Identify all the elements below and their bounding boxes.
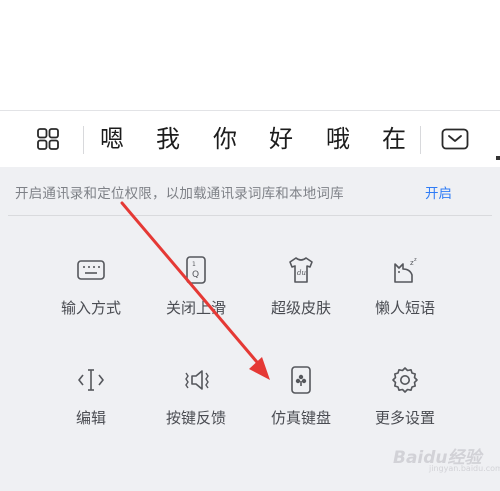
tool-label: 编辑 bbox=[75, 409, 106, 427]
tool-realistic-keyboard[interactable]: 仿真键盘 bbox=[246, 365, 356, 445]
candidate-item[interactable]: 哦 bbox=[322, 123, 354, 155]
tool-label: 按键反馈 bbox=[165, 409, 226, 427]
tool-key-feedback[interactable]: 按键反馈 bbox=[141, 365, 251, 445]
svg-text:z: z bbox=[414, 257, 417, 263]
tool-input-method[interactable]: 输入方式 bbox=[36, 255, 146, 335]
tool-lazy-phrases[interactable]: z z 懒人短语 bbox=[350, 255, 460, 335]
collapse-keyboard-button[interactable] bbox=[441, 128, 469, 150]
tool-label: 懒人短语 bbox=[374, 299, 435, 317]
edge-marker bbox=[496, 156, 500, 160]
text-area[interactable] bbox=[0, 0, 500, 110]
toolbar-toggle-button[interactable] bbox=[36, 127, 60, 151]
tool-label: 输入方式 bbox=[60, 299, 121, 317]
tool-label: 仿真键盘 bbox=[270, 409, 331, 427]
keyboard-screen: 嗯 我 你 好 哦 在 开启通讯录和定位权限，以加载通讯录词库和本地词库 开启 bbox=[0, 0, 500, 491]
keyboard-collapse-icon bbox=[441, 128, 469, 150]
enable-permission-link[interactable]: 开启 bbox=[425, 182, 452, 202]
watermark-sub: jingyan.baidu.com bbox=[429, 464, 500, 473]
lazy-cat-phrase-icon: z z bbox=[394, 257, 417, 283]
playing-card-icon bbox=[291, 366, 311, 394]
candidate-separator bbox=[83, 126, 84, 154]
svg-text:Q: Q bbox=[192, 270, 199, 280]
text-cursor-edit-icon bbox=[78, 369, 104, 391]
tool-super-skin[interactable]: du 超级皮肤 bbox=[246, 255, 356, 335]
tool-disable-swipe-up[interactable]: 1 Q 关闭上滑 bbox=[141, 255, 251, 335]
toolbox-panel: 开启通讯录和定位权限，以加载通讯录词库和本地词库 开启 输入方式 1 Q 关闭上… bbox=[0, 167, 500, 491]
svg-text:1: 1 bbox=[192, 261, 196, 268]
tool-label: 关闭上滑 bbox=[165, 299, 226, 317]
candidate-item[interactable]: 好 bbox=[265, 123, 297, 155]
tshirt-skin-icon: du bbox=[289, 257, 313, 283]
candidate-item[interactable]: 你 bbox=[209, 123, 241, 155]
candidate-separator bbox=[420, 126, 421, 154]
candidate-item[interactable]: 嗯 bbox=[96, 123, 128, 155]
permission-notice: 开启通讯录和定位权限，以加载通讯录词库和本地词库 开启 bbox=[0, 167, 500, 217]
notice-text: 开启通讯录和定位权限，以加载通讯录词库和本地词库 bbox=[15, 186, 344, 202]
speaker-vibrate-icon bbox=[185, 370, 209, 390]
tool-label: 超级皮肤 bbox=[270, 299, 331, 317]
candidate-bar: 嗯 我 你 好 哦 在 bbox=[0, 111, 500, 167]
keyboard-icon bbox=[77, 260, 105, 280]
tool-edit[interactable]: 编辑 bbox=[36, 365, 146, 445]
baidu-watermark: Baidu经验 jingyan.baidu.com bbox=[389, 437, 500, 473]
candidate-item[interactable]: 我 bbox=[152, 123, 184, 155]
candidate-item[interactable]: 在 bbox=[378, 123, 410, 155]
tool-more-settings[interactable]: 更多设置 bbox=[350, 365, 460, 445]
gear-icon bbox=[392, 367, 418, 393]
swipe-up-card-icon: 1 Q bbox=[186, 256, 206, 284]
tool-label: 更多设置 bbox=[374, 409, 435, 427]
grid-four-squares-icon bbox=[37, 128, 59, 150]
svg-text:du: du bbox=[297, 269, 306, 277]
divider bbox=[8, 215, 492, 216]
